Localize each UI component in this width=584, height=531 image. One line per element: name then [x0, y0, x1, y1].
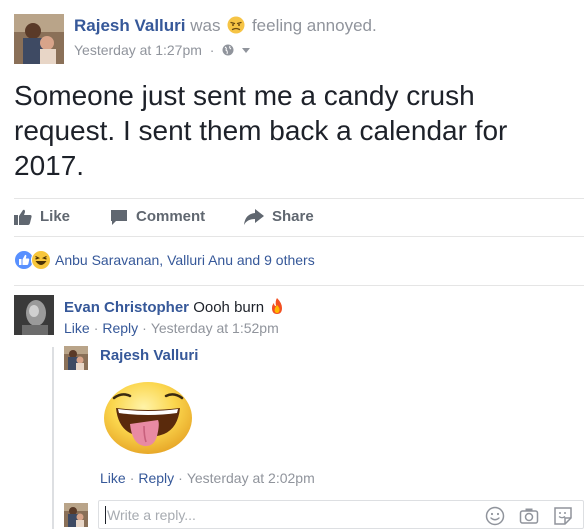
comment-meta: Like · Reply · Yesterday at 1:52pm — [64, 320, 279, 336]
fire-icon — [268, 297, 286, 315]
share-button[interactable]: Share — [244, 208, 314, 225]
commenter-avatar[interactable] — [14, 295, 54, 335]
current-user-avatar — [64, 503, 88, 527]
like-label: Like — [40, 208, 71, 225]
feeling-text: feeling annoyed. — [251, 16, 377, 35]
reply-like-link[interactable]: Like — [100, 470, 126, 486]
comment-reply-link[interactable]: Reply — [102, 320, 138, 336]
post-timestamp[interactable]: Yesterday at 1:27pm — [74, 42, 202, 58]
emoji-icon[interactable] — [485, 506, 505, 526]
camera-icon[interactable] — [519, 506, 539, 526]
reaction-icons — [14, 250, 51, 270]
text-cursor — [105, 506, 106, 524]
divider — [14, 198, 584, 199]
separator: · — [142, 320, 147, 336]
reactions-names[interactable]: Anbu Saravanan, Valluri Anu and 9 others — [55, 252, 315, 268]
reply-input[interactable] — [107, 506, 467, 524]
sticker-icon[interactable] — [553, 506, 573, 526]
divider — [14, 285, 584, 286]
reactions-summary[interactable]: Anbu Saravanan, Valluri Anu and 9 others — [14, 250, 315, 270]
post-header-line: Rajesh Valluri was feeling annoyed. — [74, 16, 377, 36]
thumbs-up-icon — [14, 209, 32, 225]
divider — [14, 236, 584, 237]
comment-body: Evan Christopher Oooh burn — [64, 297, 286, 316]
reply-author-name[interactable]: Rajesh Valluri — [100, 347, 198, 364]
reply-composer[interactable] — [98, 500, 584, 529]
like-button[interactable]: Like — [14, 208, 70, 225]
comment-timestamp[interactable]: Yesterday at 1:52pm — [151, 320, 279, 336]
annoyed-face-icon — [227, 16, 245, 34]
comment-text: Oooh burn — [193, 299, 265, 316]
reply-meta: Like · Reply · Yesterday at 2:02pm — [100, 470, 315, 486]
share-arrow-icon — [244, 208, 264, 225]
comment-label: Comment — [136, 208, 206, 225]
author-name[interactable]: Rajesh Valluri — [74, 16, 186, 35]
reply-author-avatar[interactable] — [64, 346, 88, 370]
reply-reply-link[interactable]: Reply — [138, 470, 174, 486]
comment-button[interactable]: Comment — [110, 208, 205, 225]
reply-timestamp[interactable]: Yesterday at 2:02pm — [187, 470, 315, 486]
commenter-name[interactable]: Evan Christopher — [64, 299, 189, 316]
separator: · — [93, 320, 99, 336]
comment-bubble-icon — [111, 209, 127, 225]
tongue-out-sticker — [102, 376, 194, 456]
comment-like-link[interactable]: Like — [64, 320, 90, 336]
globe-icon[interactable] — [222, 43, 234, 56]
reply-thread-line — [52, 347, 54, 529]
post-meta: Yesterday at 1:27pm · — [74, 42, 251, 58]
author-avatar[interactable] — [14, 14, 64, 64]
privacy-dropdown-icon[interactable] — [242, 48, 251, 53]
haha-reaction-icon — [31, 250, 51, 270]
share-label: Share — [272, 208, 314, 225]
meta-separator: · — [209, 42, 215, 58]
separator: · — [178, 470, 183, 486]
separator: · — [129, 470, 135, 486]
was-text: was — [190, 16, 221, 35]
post-text: Someone just sent me a candy crush reque… — [14, 80, 508, 181]
